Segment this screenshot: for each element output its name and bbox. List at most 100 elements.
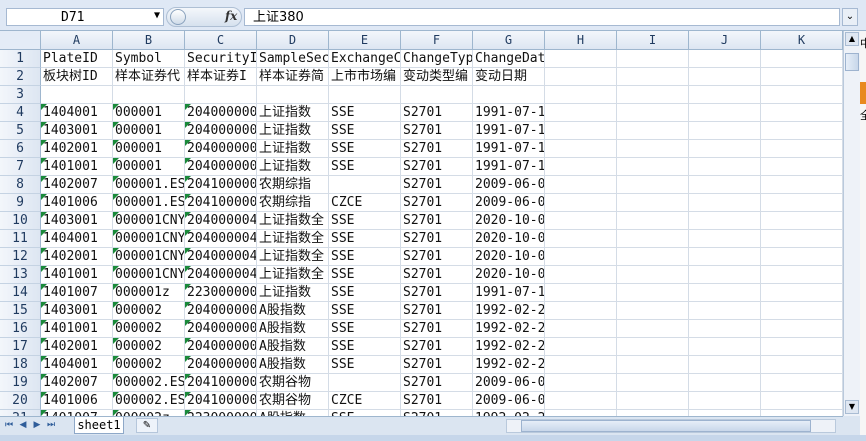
column-header-i[interactable]: I [617, 31, 689, 50]
select-all-corner[interactable] [0, 31, 41, 50]
cell-f1[interactable]: ChangeTyp [401, 50, 473, 68]
cell-j2[interactable] [689, 68, 761, 86]
chevron-down-icon[interactable]: ▼ [154, 10, 160, 21]
column-header-f[interactable]: F [401, 31, 473, 50]
cell-i7[interactable] [617, 158, 689, 176]
cell-h7[interactable] [545, 158, 617, 176]
cell-j8[interactable] [689, 176, 761, 194]
cell-d2[interactable]: 样本证券简 [257, 68, 329, 86]
cell-c17[interactable]: 204000000 [185, 338, 257, 356]
cell-a10[interactable]: 1403001 [41, 212, 113, 230]
cell-g1[interactable]: ChangeDate [473, 50, 545, 68]
cell-g8[interactable]: 2009-06-01 [473, 176, 545, 194]
cell-e13[interactable]: SSE [329, 266, 401, 284]
cell-f6[interactable]: S2701 [401, 140, 473, 158]
cell-e6[interactable]: SSE [329, 140, 401, 158]
cell-k9[interactable] [761, 194, 843, 212]
cell-i9[interactable] [617, 194, 689, 212]
cell-g15[interactable]: 1992-02-21 [473, 302, 545, 320]
cell-b13[interactable]: 000001CNY [113, 266, 185, 284]
cell-c7[interactable]: 204000000 [185, 158, 257, 176]
cell-f11[interactable]: S2701 [401, 230, 473, 248]
cell-f16[interactable]: S2701 [401, 320, 473, 338]
cell-i6[interactable] [617, 140, 689, 158]
cell-j15[interactable] [689, 302, 761, 320]
cell-a3[interactable] [41, 86, 113, 104]
row-header-20[interactable]: 20 [0, 392, 41, 410]
cell-g18[interactable]: 1992-02-21 [473, 356, 545, 374]
cell-c8[interactable]: 204100000 [185, 176, 257, 194]
cell-j4[interactable] [689, 104, 761, 122]
cell-b12[interactable]: 000001CNY [113, 248, 185, 266]
column-header-k[interactable]: K [761, 31, 843, 50]
cell-i17[interactable] [617, 338, 689, 356]
cell-j1[interactable] [689, 50, 761, 68]
row-header-11[interactable]: 11 [0, 230, 41, 248]
column-header-j[interactable]: J [689, 31, 761, 50]
cell-a18[interactable]: 1404001 [41, 356, 113, 374]
cell-d5[interactable]: 上证指数 [257, 122, 329, 140]
cell-i1[interactable] [617, 50, 689, 68]
cell-g16[interactable]: 1992-02-21 [473, 320, 545, 338]
column-header-e[interactable]: E [329, 31, 401, 50]
cell-b3[interactable] [113, 86, 185, 104]
cell-e11[interactable]: SSE [329, 230, 401, 248]
cell-h6[interactable] [545, 140, 617, 158]
cell-a11[interactable]: 1404001 [41, 230, 113, 248]
cell-k1[interactable] [761, 50, 843, 68]
cell-i13[interactable] [617, 266, 689, 284]
cell-g5[interactable]: 1991-07-15 [473, 122, 545, 140]
cell-a1[interactable]: PlateID [41, 50, 113, 68]
cell-k10[interactable] [761, 212, 843, 230]
cell-i5[interactable] [617, 122, 689, 140]
first-sheet-icon[interactable]: ⏮ [3, 419, 15, 432]
cell-d17[interactable]: A股指数 [257, 338, 329, 356]
cell-a2[interactable]: 板块树ID [41, 68, 113, 86]
vertical-scrollbar[interactable]: ▲ ▼ [843, 31, 860, 416]
last-sheet-icon[interactable]: ⏭ [45, 419, 57, 432]
cell-c9[interactable]: 204100000 [185, 194, 257, 212]
cell-k19[interactable] [761, 374, 843, 392]
row-header-5[interactable]: 5 [0, 122, 41, 140]
cell-c16[interactable]: 204000000 [185, 320, 257, 338]
cancel-circle-icon[interactable] [170, 9, 186, 25]
cell-d15[interactable]: A股指数 [257, 302, 329, 320]
cell-c13[interactable]: 204000004 [185, 266, 257, 284]
cell-d16[interactable]: A股指数 [257, 320, 329, 338]
cell-c14[interactable]: 223000000 [185, 284, 257, 302]
cell-e9[interactable]: CZCE [329, 194, 401, 212]
cell-i4[interactable] [617, 104, 689, 122]
cell-f20[interactable]: S2701 [401, 392, 473, 410]
cell-c1[interactable]: SecurityI [185, 50, 257, 68]
column-header-d[interactable]: D [257, 31, 329, 50]
cell-h18[interactable] [545, 356, 617, 374]
cell-b14[interactable]: 000001z [113, 284, 185, 302]
scroll-down-icon[interactable]: ▼ [845, 400, 859, 414]
cell-b1[interactable]: Symbol [113, 50, 185, 68]
column-header-b[interactable]: B [113, 31, 185, 50]
cell-e10[interactable]: SSE [329, 212, 401, 230]
cell-e20[interactable]: CZCE [329, 392, 401, 410]
cell-d4[interactable]: 上证指数 [257, 104, 329, 122]
cell-a19[interactable]: 1402007 [41, 374, 113, 392]
cell-a15[interactable]: 1403001 [41, 302, 113, 320]
cell-b9[interactable]: 000001.ES [113, 194, 185, 212]
cell-b6[interactable]: 000001 [113, 140, 185, 158]
cell-d6[interactable]: 上证指数 [257, 140, 329, 158]
cell-k15[interactable] [761, 302, 843, 320]
cell-h12[interactable] [545, 248, 617, 266]
cell-g7[interactable]: 1991-07-15 [473, 158, 545, 176]
cell-c3[interactable] [185, 86, 257, 104]
row-header-19[interactable]: 19 [0, 374, 41, 392]
cell-j7[interactable] [689, 158, 761, 176]
cell-f10[interactable]: S2701 [401, 212, 473, 230]
cell-e15[interactable]: SSE [329, 302, 401, 320]
cell-e18[interactable]: SSE [329, 356, 401, 374]
cell-d18[interactable]: A股指数 [257, 356, 329, 374]
cell-k17[interactable] [761, 338, 843, 356]
cell-j3[interactable] [689, 86, 761, 104]
cell-d19[interactable]: 农期谷物 [257, 374, 329, 392]
cell-g12[interactable]: 2020-10-09 [473, 248, 545, 266]
insert-sheet-icon[interactable]: ✎ [136, 418, 158, 433]
cell-b11[interactable]: 000001CNY [113, 230, 185, 248]
